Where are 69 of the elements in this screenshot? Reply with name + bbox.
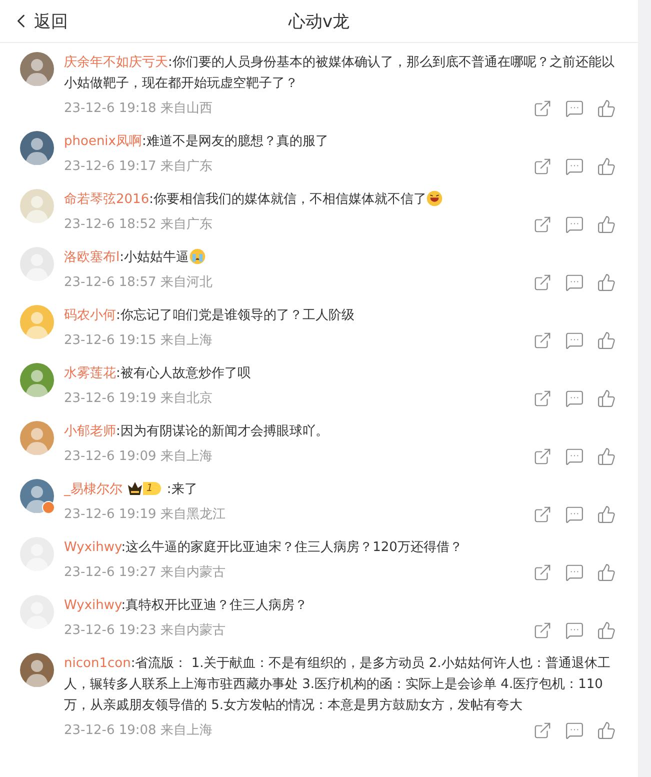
comment-meta: 23-12-6 18:57 来自河北 (64, 274, 214, 291)
avatar (20, 421, 54, 455)
share-icon[interactable] (533, 446, 552, 466)
comment-text: nicon1con:省流版： 1.关于献血：不是有组织的，是多方动员 2.小姑姑何许人也：普通退休工人，辗转多人联系上上海市驻西藏办事处 3.医疗机构的函：实际上是会诊单 4.医疗包机：110万，从亲戚朋友领导借的 5.女方发帖的情况：本意是男方鼓励女方，发帖有夸大 (64, 654, 612, 715)
avatar (20, 189, 54, 223)
comment-text: Wyxihwy:真特权开比亚迪？住三人病房？ (64, 597, 309, 615)
like-icon[interactable] (597, 720, 616, 740)
comment-icon[interactable] (565, 562, 584, 582)
avatar (20, 479, 54, 513)
avatar (20, 52, 54, 86)
laughing-emoji-icon (426, 190, 444, 207)
share-icon[interactable] (533, 98, 552, 118)
share-icon[interactable] (533, 156, 552, 176)
comment-meta: 23-12-6 19:15 来自上海 (64, 332, 214, 349)
comment-icon[interactable] (565, 446, 584, 466)
like-icon[interactable] (597, 98, 616, 118)
like-icon[interactable] (597, 272, 616, 292)
avatar (20, 653, 54, 687)
share-icon[interactable] (533, 214, 552, 234)
like-icon[interactable] (597, 156, 616, 176)
comment-icon[interactable] (565, 272, 584, 292)
crown-icon (126, 481, 142, 496)
crying-emoji-icon (189, 248, 206, 265)
share-icon[interactable] (533, 388, 552, 408)
comment-meta: 23-12-6 19:17 来自广东 (64, 158, 214, 175)
comment-text: Wyxihwy:这么牛逼的家庭开比亚迪宋？住三人病房？120万还得借？ (64, 539, 464, 557)
like-icon[interactable] (597, 562, 616, 582)
comment-icon[interactable] (565, 620, 584, 640)
like-icon[interactable] (597, 214, 616, 234)
comment-meta: 23-12-6 19:18 来自山西 (64, 100, 214, 117)
comment-icon[interactable] (565, 214, 584, 234)
comment-icon[interactable] (565, 720, 584, 740)
comment-meta: 23-12-6 19:08 来自上海 (64, 722, 214, 739)
like-icon[interactable] (597, 388, 616, 408)
like-icon[interactable] (597, 330, 616, 350)
comment-meta: 23-12-6 19:09 来自上海 (64, 448, 214, 465)
comment-text: _易棣尔尔 1 :来了 (64, 480, 198, 499)
comment-text: 码农小何:你忘记了咱们党是谁领导的了？工人阶级 (64, 307, 356, 325)
avatar (20, 131, 54, 165)
share-icon[interactable] (533, 720, 552, 740)
comment-meta: 23-12-6 19:27 来自内蒙古 (64, 564, 226, 581)
comment-meta: 23-12-6 19:19 来自黑龙江 (64, 506, 226, 523)
comment-icon[interactable] (565, 98, 584, 118)
like-icon[interactable] (597, 620, 616, 640)
comment-text: phoenix凤啊:难道不是网友的臆想？真的服了 (64, 133, 330, 151)
avatar (20, 363, 54, 397)
level-badge: 1 (126, 481, 161, 496)
comment-icon[interactable] (565, 504, 584, 524)
share-icon[interactable] (533, 272, 552, 292)
comment-text: 小郁老师:因为有阴谋论的新闻才会搏眼球吖。 (64, 423, 330, 441)
share-icon[interactable] (533, 620, 552, 640)
comment-text: 命若琴弦2016:你要相信我们的媒体就信，不相信媒体就不信了 (64, 189, 616, 210)
comment-icon[interactable] (565, 388, 584, 408)
page-title: 心动v龙 (288, 10, 350, 32)
comment-icon[interactable] (565, 156, 584, 176)
share-icon[interactable] (533, 330, 552, 350)
back-button[interactable]: 返回 (10, 10, 68, 32)
comment-meta: 23-12-6 19:19 来自北京 (64, 390, 214, 407)
comment-text: 水雾莲花:被有心人故意炒作了呗 (64, 365, 252, 383)
share-icon[interactable] (533, 562, 552, 582)
comment-text: 洛欧塞布l:小姑姑牛逼 (64, 247, 616, 268)
comment-icon[interactable] (565, 330, 584, 350)
comment-meta: 23-12-6 19:23 来自内蒙古 (64, 622, 226, 639)
comment-meta: 23-12-6 18:52 来自广东 (64, 216, 214, 233)
avatar (20, 305, 54, 339)
share-icon[interactable] (533, 504, 552, 524)
like-icon[interactable] (597, 504, 616, 524)
comment-text: 庆余年不如庆亏天:你们要的人员身份基本的被媒体确认了，那么到底不普通在哪呢？之前还能以小姑做靶子，现在都开始玩虚空靶子了？ (64, 54, 616, 93)
like-icon[interactable] (597, 446, 616, 466)
